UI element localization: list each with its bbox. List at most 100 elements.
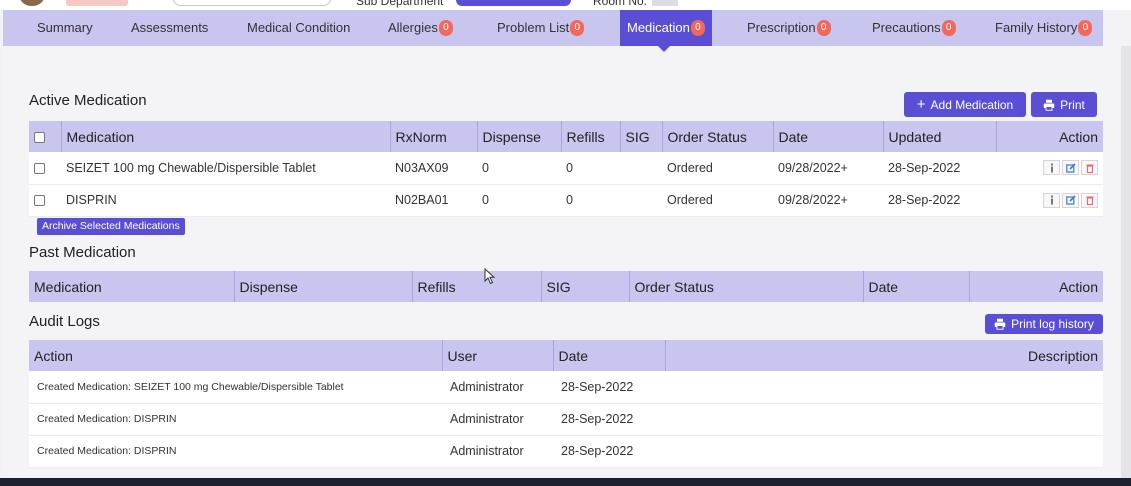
- table-header-row: Medication RxNorm Dispense Refills SIG O…: [29, 121, 1103, 152]
- mouse-cursor-icon: [484, 268, 496, 285]
- count-badge: 0: [1078, 19, 1093, 36]
- avatar: [20, 0, 44, 6]
- row-checkbox[interactable]: [34, 195, 45, 207]
- table-header-row: Action User Date Description: [29, 340, 1103, 371]
- column-header[interactable]: User: [442, 340, 554, 371]
- info-icon[interactable]: [1043, 192, 1060, 208]
- print-button[interactable]: Print: [1031, 92, 1097, 117]
- taskbar: [0, 478, 1131, 486]
- tab-precautions[interactable]: Precautions 0: [872, 10, 956, 46]
- select-all-header: [29, 121, 62, 152]
- column-header[interactable]: Date: [553, 340, 666, 371]
- tab-label: Prescription: [747, 20, 816, 35]
- active-tab-caret: [658, 46, 670, 52]
- column-header[interactable]: Order Status: [662, 121, 774, 152]
- print-log-history-button[interactable]: Print log history: [985, 314, 1103, 334]
- sub-department-label: Sub Department: [356, 0, 444, 8]
- past-medication-table: Medication Dispense Refills SIG Order St…: [29, 271, 1103, 302]
- column-header[interactable]: Date: [773, 121, 884, 152]
- date-cell: 09/28/2022+: [773, 152, 883, 185]
- record-tabs: Summary Assessments Medical Condition Al…: [3, 10, 1103, 46]
- printer-icon: [1043, 99, 1055, 111]
- column-header[interactable]: Description: [665, 340, 1103, 371]
- add-medication-button[interactable]: + Add Medication: [904, 92, 1026, 117]
- tab-allergies[interactable]: Allergies 0: [388, 10, 453, 46]
- room-number-value: [652, 0, 678, 6]
- column-header[interactable]: SIG: [620, 121, 663, 152]
- active-medication-title: Active Medication: [29, 92, 147, 109]
- row-checkbox[interactable]: [34, 162, 45, 174]
- tab-label: Medical Condition: [247, 20, 351, 35]
- tab-assessments[interactable]: Assessments: [131, 10, 208, 46]
- column-header[interactable]: Refills: [412, 271, 542, 302]
- info-icon[interactable]: [1043, 160, 1060, 176]
- add-medication-label: Add Medication: [930, 97, 1014, 112]
- date-cell: 28-Sep-2022: [553, 371, 665, 404]
- search-input[interactable]: [172, 0, 332, 6]
- date-cell: 28-Sep-2022: [553, 403, 665, 436]
- tab-medication[interactable]: Medication 0: [620, 10, 712, 46]
- dispense-cell: 0: [477, 184, 561, 217]
- tab-label: Family History: [995, 20, 1078, 35]
- count-badge: 0: [570, 19, 585, 36]
- column-header[interactable]: Updated: [883, 121, 997, 152]
- tab-family-history[interactable]: Family History 0: [995, 10, 1093, 46]
- select-all-checkbox[interactable]: [34, 132, 45, 144]
- action-cell: Created Medication: SEIZET 100 mg Chewab…: [29, 371, 442, 404]
- print-label: Print: [1060, 97, 1085, 112]
- order-status-cell: Ordered: [662, 152, 773, 185]
- action-cell: Created Medication: DISPRIN: [29, 435, 442, 468]
- tab-summary[interactable]: Summary: [37, 10, 93, 46]
- date-cell: 09/28/2022+: [773, 184, 883, 217]
- dispense-cell: 0: [477, 152, 561, 185]
- updated-cell: 28-Sep-2022: [883, 152, 996, 185]
- past-medication-title: Past Medication: [29, 244, 136, 261]
- row-select-cell: [29, 184, 61, 217]
- edit-icon[interactable]: [1062, 192, 1079, 208]
- table-row: SEIZET 100 mg Chewable/Dispersible Table…: [29, 152, 1103, 185]
- column-header[interactable]: Dispense: [234, 271, 413, 302]
- action-cell: Created Medication: DISPRIN: [29, 403, 442, 436]
- tab-medical-condition[interactable]: Medical Condition: [247, 10, 350, 46]
- description-cell: [665, 371, 1103, 404]
- table-row: Created Medication: DISPRIN Administrato…: [29, 435, 1103, 468]
- tab-label: Assessments: [131, 20, 209, 35]
- column-header[interactable]: SIG: [541, 271, 630, 302]
- action-cell: [996, 152, 1103, 185]
- column-header[interactable]: Action: [29, 340, 443, 371]
- column-header[interactable]: Date: [863, 271, 970, 302]
- tab-problem-list[interactable]: Problem List 0: [497, 10, 585, 46]
- column-header: Action: [996, 121, 1103, 152]
- column-header[interactable]: Medication: [61, 121, 391, 152]
- tab-label: Allergies: [388, 20, 438, 35]
- edit-icon[interactable]: [1062, 160, 1079, 176]
- print-log-label: Print log history: [1011, 317, 1094, 331]
- table-row: Created Medication: DISPRIN Administrato…: [29, 403, 1103, 436]
- refills-cell: 0: [561, 184, 620, 217]
- room-number-label: Room No.: [593, 0, 648, 8]
- delete-icon[interactable]: [1081, 160, 1098, 176]
- active-medication-table: Medication RxNorm Dispense Refills SIG O…: [29, 121, 1103, 217]
- tab-prescription[interactable]: Prescription 0: [747, 10, 831, 46]
- action-cell: [996, 184, 1103, 217]
- column-header[interactable]: Medication: [29, 271, 235, 302]
- sig-cell: [620, 152, 662, 185]
- column-header[interactable]: Order Status: [629, 271, 864, 302]
- tab-label: Precautions: [872, 20, 941, 35]
- column-header[interactable]: Refills: [561, 121, 621, 152]
- delete-icon[interactable]: [1081, 192, 1098, 208]
- scrollbar-track[interactable]: [1121, 46, 1131, 478]
- tab-label: Problem List: [497, 20, 570, 35]
- column-header[interactable]: RxNorm: [390, 121, 478, 152]
- order-status-cell: Ordered: [662, 184, 773, 217]
- audit-log-table: Action User Date Description Created Med…: [29, 340, 1103, 468]
- column-header[interactable]: Dispense: [477, 121, 562, 152]
- archive-selected-button[interactable]: Archive Selected Medications: [37, 218, 185, 235]
- description-cell: [665, 435, 1103, 468]
- plus-icon: +: [916, 95, 926, 113]
- user-cell: Administrator: [442, 371, 553, 404]
- count-badge: 0: [941, 19, 956, 36]
- table-row: DISPRIN N02BA01 0 0 Ordered 09/28/2022+ …: [29, 184, 1103, 217]
- medication-cell: SEIZET 100 mg Chewable/Dispersible Table…: [61, 152, 390, 185]
- table-row: Created Medication: SEIZET 100 mg Chewab…: [29, 371, 1103, 404]
